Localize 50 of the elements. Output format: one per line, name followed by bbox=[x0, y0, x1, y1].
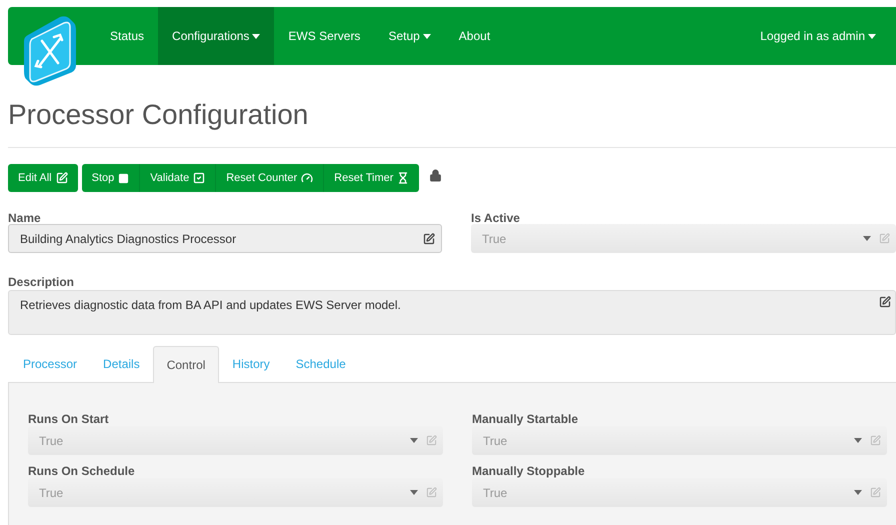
edit-icon bbox=[423, 232, 435, 244]
select-value: True bbox=[482, 230, 508, 248]
nav-item[interactable]: About bbox=[444, 7, 504, 65]
tab[interactable]: Control bbox=[152, 346, 220, 383]
toolbar-button[interactable]: Reset Counter bbox=[216, 164, 324, 192]
select-value: True bbox=[39, 484, 64, 502]
tab[interactable]: History bbox=[219, 346, 283, 382]
field-label: Runs On Start bbox=[28, 411, 110, 426]
description-field[interactable]: Retrieves diagnostic data from BA API and updates EWS Server model. bbox=[8, 290, 896, 335]
field-label: Runs On Schedule bbox=[28, 463, 136, 478]
edit-icon bbox=[879, 233, 890, 244]
field-label: Manually Stoppable bbox=[472, 463, 586, 478]
edit-icon bbox=[870, 487, 881, 498]
caret-icon bbox=[854, 438, 862, 443]
tab[interactable]: Details bbox=[90, 346, 153, 382]
toolbar-button[interactable]: Edit All bbox=[8, 164, 78, 192]
select-value: True bbox=[483, 432, 508, 450]
tab[interactable]: Processor bbox=[10, 346, 90, 382]
caret-icon bbox=[854, 490, 862, 495]
nav-item[interactable]: EWS Servers bbox=[274, 7, 374, 65]
tab[interactable]: Schedule bbox=[282, 346, 359, 382]
nav-item[interactable]: Setup bbox=[374, 7, 445, 65]
caret-icon bbox=[410, 438, 418, 443]
caret-icon bbox=[410, 490, 418, 495]
select-value: True bbox=[483, 484, 508, 502]
field-label: Is Active bbox=[471, 210, 521, 224]
toolbar-button[interactable]: Reset Timer bbox=[324, 164, 420, 192]
checkbox-icon bbox=[193, 172, 206, 184]
edit-icon bbox=[426, 435, 437, 446]
field-value: Retrieves diagnostic data from BA API and updates EWS Server model. bbox=[20, 297, 402, 314]
edit-icon bbox=[426, 487, 437, 498]
select-value: True bbox=[39, 432, 64, 450]
nav-item[interactable]: Status bbox=[96, 7, 158, 65]
edit-icon bbox=[870, 435, 881, 446]
field-value: Building Analytics Diagnostics Processor bbox=[20, 230, 238, 248]
page-title: Processor Configuration bbox=[8, 98, 310, 132]
toolbar-button[interactable]: Stop bbox=[82, 164, 140, 192]
hourglass-icon bbox=[397, 172, 410, 184]
field-label: Name bbox=[8, 210, 42, 224]
caret-icon bbox=[863, 236, 871, 241]
edit-icon bbox=[56, 172, 68, 184]
gauge-icon bbox=[301, 172, 314, 184]
user-menu[interactable]: Logged in as admin bbox=[760, 7, 896, 65]
text-field[interactable]: Building Analytics Diagnostics Processor bbox=[8, 224, 442, 253]
field-label: Manually Startable bbox=[472, 411, 580, 426]
stop-icon bbox=[118, 172, 130, 184]
edit-icon bbox=[879, 296, 891, 308]
toolbar-button[interactable]: Validate bbox=[140, 164, 216, 192]
nav-item[interactable]: Configurations bbox=[158, 7, 274, 65]
field-label: Description bbox=[8, 277, 76, 288]
